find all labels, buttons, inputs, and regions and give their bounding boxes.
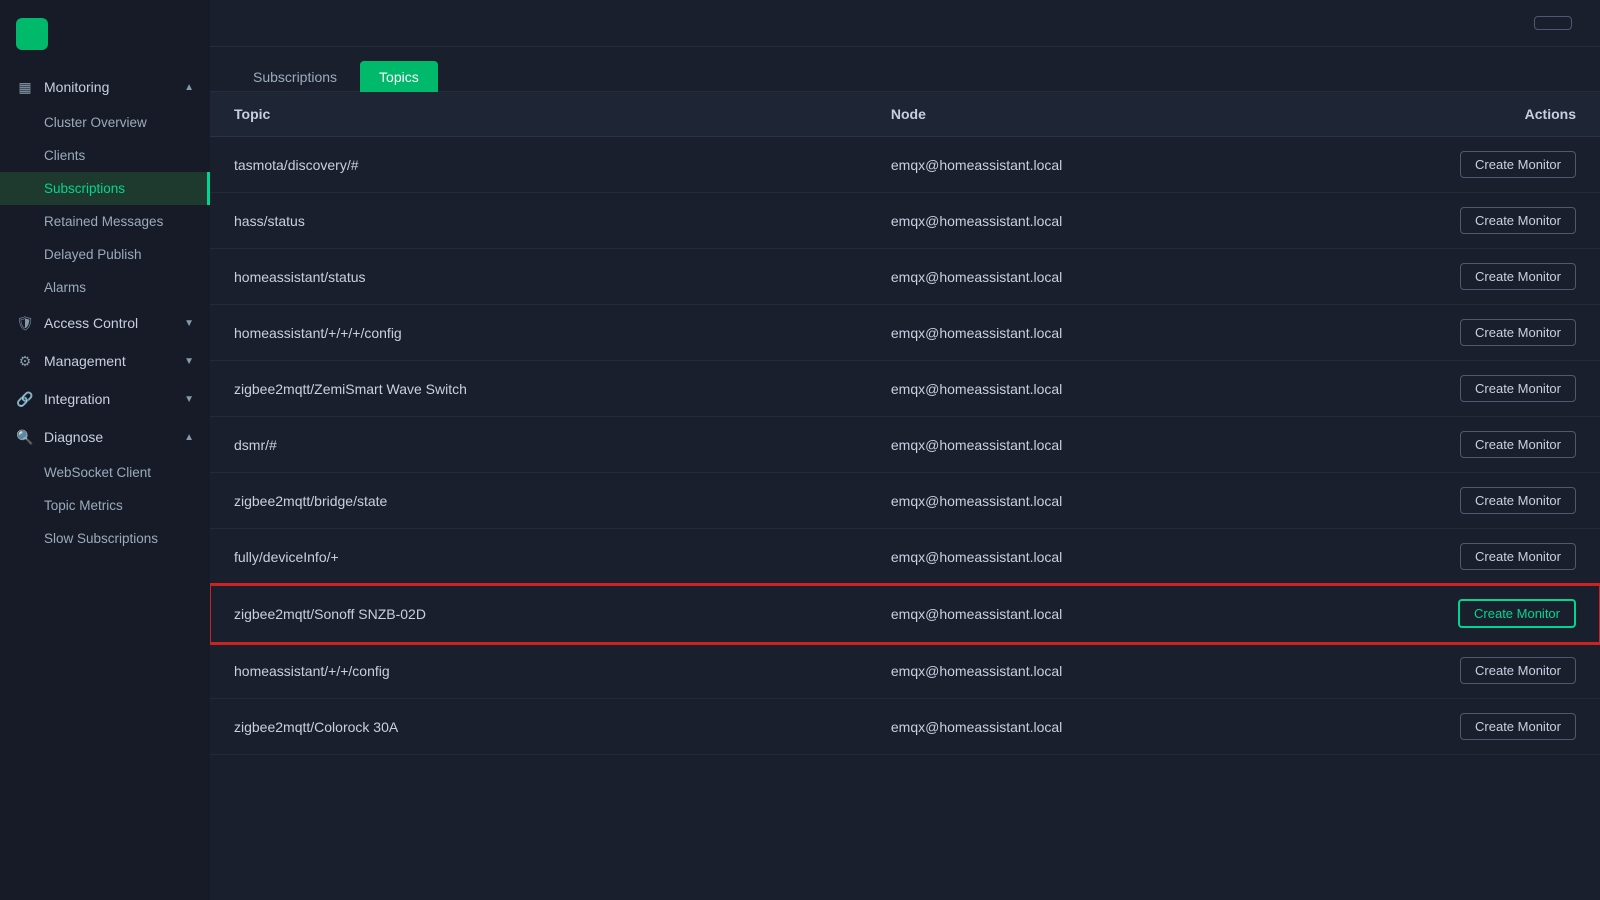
actions-cell: Create Monitor <box>1380 643 1600 699</box>
group-icon-1: 🛡 <box>16 314 34 332</box>
topic-cell: homeassistant/+/+/config <box>210 643 867 699</box>
sidebar-group-access-control[interactable]: 🛡 Access Control ▼ <box>0 304 210 342</box>
node-cell: emqx@homeassistant.local <box>867 529 1380 585</box>
chevron-icon-3: ▼ <box>184 394 194 405</box>
sidebar-group-diagnose[interactable]: 🔍 Diagnose ▲ <box>0 418 210 456</box>
create-monitor-button[interactable]: Create Monitor <box>1460 543 1576 570</box>
table-row: hass/statusemqx@homeassistant.local Creat… <box>210 193 1600 249</box>
sidebar-item-subscriptions[interactable]: Subscriptions <box>0 172 210 205</box>
sidebar-item-delayed-publish[interactable]: Delayed Publish <box>0 238 210 271</box>
actions-cell: Create Monitor <box>1380 417 1600 473</box>
node-cell: emqx@homeassistant.local <box>867 137 1380 193</box>
actions-cell: Create Monitor <box>1380 529 1600 585</box>
topic-cell: homeassistant/+/+/+/config <box>210 305 867 361</box>
topic-cell: tasmota/discovery/# <box>210 137 867 193</box>
group-label-3: Integration <box>44 391 174 407</box>
chevron-icon-1: ▼ <box>184 318 194 329</box>
create-monitor-button[interactable]: Create Monitor <box>1460 713 1576 740</box>
node-cell: emqx@homeassistant.local <box>867 193 1380 249</box>
actions-cell: Create Monitor <box>1380 585 1600 643</box>
actions-cell: Create Monitor <box>1380 137 1600 193</box>
create-monitor-button[interactable]: Create Monitor <box>1460 263 1576 290</box>
group-label-0: Monitoring <box>44 79 174 95</box>
create-monitor-button[interactable]: Create Monitor <box>1460 431 1576 458</box>
actions-cell: Create Monitor <box>1380 249 1600 305</box>
group-icon-2: ⚙ <box>16 352 34 370</box>
sidebar-group-management[interactable]: ⚙ Management ▼ <box>0 342 210 380</box>
sidebar-item-cluster-overview[interactable]: Cluster Overview <box>0 106 210 139</box>
table-row: homeassistant/+/+/configemqx@homeassista… <box>210 643 1600 699</box>
create-monitor-button[interactable]: Create Monitor <box>1460 319 1576 346</box>
node-cell: emqx@homeassistant.local <box>867 585 1380 643</box>
sidebar-group-integration[interactable]: 🔗 Integration ▼ <box>0 380 210 418</box>
node-cell: emqx@homeassistant.local <box>867 305 1380 361</box>
tab-subscriptions[interactable]: Subscriptions <box>234 61 356 92</box>
create-monitor-button[interactable]: Create Monitor <box>1460 487 1576 514</box>
topic-cell: zigbee2mqtt/Sonoff SNZB-02D <box>210 585 867 643</box>
sidebar-item-topic-metrics[interactable]: Topic Metrics <box>0 489 210 522</box>
topic-cell: zigbee2mqtt/ZemiSmart Wave Switch <box>210 361 867 417</box>
col-header-node: Node <box>867 92 1380 137</box>
main-content: SubscriptionsTopics TopicNodeActions tas… <box>210 0 1600 900</box>
topbar <box>210 0 1600 47</box>
topic-cell: hass/status <box>210 193 867 249</box>
node-cell: emqx@homeassistant.local <box>867 249 1380 305</box>
group-label-2: Management <box>44 353 174 369</box>
topic-cell: dsmr/# <box>210 417 867 473</box>
upgrade-button[interactable] <box>1534 16 1572 30</box>
chevron-icon-4: ▲ <box>184 432 194 443</box>
create-monitor-button[interactable]: Create Monitor <box>1460 151 1576 178</box>
sidebar-item-alarms[interactable]: Alarms <box>0 271 210 304</box>
sidebar-item-retained-messages[interactable]: Retained Messages <box>0 205 210 238</box>
table-container: TopicNodeActions tasmota/discovery/#emqx… <box>210 92 1600 900</box>
create-monitor-button[interactable]: Create Monitor <box>1458 599 1576 628</box>
group-icon-0: ▦ <box>16 78 34 96</box>
tabs-bar: SubscriptionsTopics <box>210 47 1600 92</box>
logo-icon <box>16 18 48 50</box>
group-label-1: Access Control <box>44 315 174 331</box>
chevron-icon-0: ▲ <box>184 82 194 93</box>
sidebar: ▦ Monitoring ▲ Cluster OverviewClientsSu… <box>0 0 210 900</box>
col-header-topic: Topic <box>210 92 867 137</box>
sidebar-group-monitoring[interactable]: ▦ Monitoring ▲ <box>0 68 210 106</box>
table-row: zigbee2mqtt/bridge/stateemqx@homeassista… <box>210 473 1600 529</box>
actions-cell: Create Monitor <box>1380 361 1600 417</box>
table-row: tasmota/discovery/#emqx@homeassistant.lo… <box>210 137 1600 193</box>
node-cell: emqx@homeassistant.local <box>867 361 1380 417</box>
actions-cell: Create Monitor <box>1380 699 1600 755</box>
create-monitor-button[interactable]: Create Monitor <box>1460 657 1576 684</box>
sidebar-item-websocket-client[interactable]: WebSocket Client <box>0 456 210 489</box>
table-row: zigbee2mqtt/Sonoff SNZB-02Demqx@homeassi… <box>210 585 1600 643</box>
group-icon-3: 🔗 <box>16 390 34 408</box>
actions-cell: Create Monitor <box>1380 473 1600 529</box>
topic-cell: zigbee2mqtt/Colorock 30A <box>210 699 867 755</box>
topic-cell: homeassistant/status <box>210 249 867 305</box>
table-row: dsmr/#emqx@homeassistant.local Create Mon… <box>210 417 1600 473</box>
actions-cell: Create Monitor <box>1380 193 1600 249</box>
create-monitor-button[interactable]: Create Monitor <box>1460 207 1576 234</box>
table-row: fully/deviceInfo/+emqx@homeassistant.loc… <box>210 529 1600 585</box>
table-row: zigbee2mqtt/Colorock 30Aemqx@homeassista… <box>210 699 1600 755</box>
node-cell: emqx@homeassistant.local <box>867 699 1380 755</box>
col-header-actions: Actions <box>1380 92 1600 137</box>
table-row: homeassistant/+/+/+/configemqx@homeassis… <box>210 305 1600 361</box>
node-cell: emqx@homeassistant.local <box>867 473 1380 529</box>
table-row: zigbee2mqtt/ZemiSmart Wave Switchemqx@ho… <box>210 361 1600 417</box>
topic-cell: zigbee2mqtt/bridge/state <box>210 473 867 529</box>
sidebar-item-clients[interactable]: Clients <box>0 139 210 172</box>
logo <box>0 0 210 68</box>
node-cell: emqx@homeassistant.local <box>867 643 1380 699</box>
node-cell: emqx@homeassistant.local <box>867 417 1380 473</box>
group-label-4: Diagnose <box>44 429 174 445</box>
create-monitor-button[interactable]: Create Monitor <box>1460 375 1576 402</box>
subscriptions-table: TopicNodeActions tasmota/discovery/#emqx… <box>210 92 1600 755</box>
chevron-icon-2: ▼ <box>184 356 194 367</box>
group-icon-4: 🔍 <box>16 428 34 446</box>
tab-topics[interactable]: Topics <box>360 61 438 92</box>
topic-cell: fully/deviceInfo/+ <box>210 529 867 585</box>
table-row: homeassistant/statusemqx@homeassistant.l… <box>210 249 1600 305</box>
sidebar-item-slow-subscriptions[interactable]: Slow Subscriptions <box>0 522 210 555</box>
actions-cell: Create Monitor <box>1380 305 1600 361</box>
